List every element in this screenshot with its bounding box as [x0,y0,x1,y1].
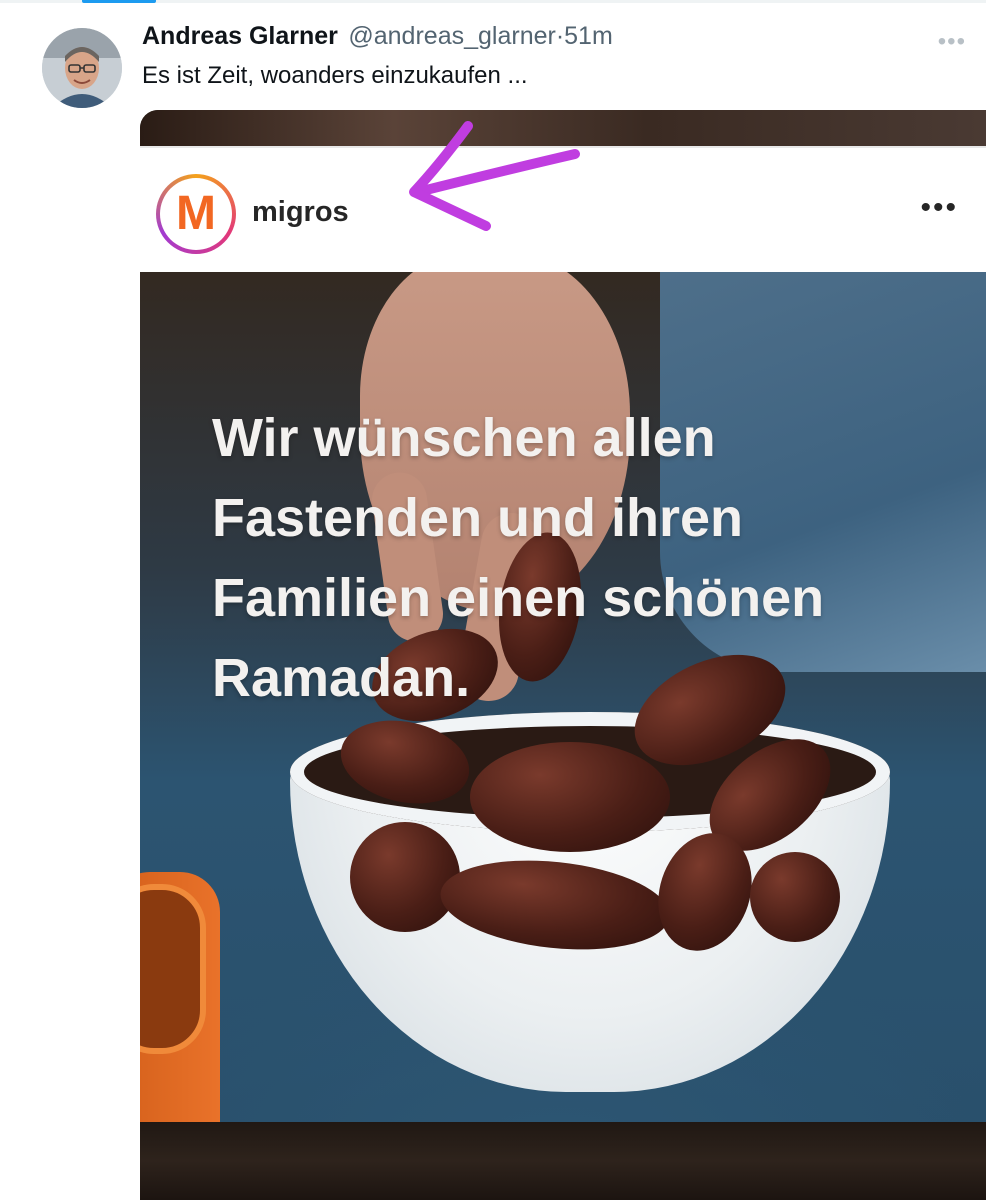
date-fruit [750,852,840,942]
tweet-media-image[interactable]: M migros ••• Wir wünschen allen Fastende… [140,110,986,1200]
author-name[interactable]: Andreas Glarner [142,22,338,50]
orange-cup-inner [140,884,206,1054]
date-fruit [470,742,670,852]
tweet-text: Es ist Zeit, woanders einzukaufen ... [142,62,528,89]
migros-logo-letter: M [176,187,216,240]
active-tab-indicator [82,0,156,3]
overlay-line: Ramadan. [212,648,471,708]
avatar[interactable] [42,28,122,108]
arrow-annotation-icon [409,121,580,231]
embedded-account-name: migros [252,196,349,228]
author-handle[interactable]: @andreas_glarner [348,22,555,50]
overlay-line: Familien einen schönen [212,568,825,628]
migros-logo: M [156,174,236,254]
ramadan-greeting-overlay: Wir wünschen allen Fastenden und ihren F… [212,398,972,718]
more-horizontal-icon: ••• [920,191,958,224]
media-bottom-band [140,1122,986,1200]
date-fruit [350,822,460,932]
tweet-header: Andreas Glarner @andreas_glarner·51m ••• [142,22,966,58]
ramadan-dates-photo: Wir wünschen allen Fastenden und ihren F… [140,272,986,1122]
header-separator: · [555,22,565,50]
tweet-timestamp[interactable]: 51m [564,22,613,50]
avatar-photo [42,28,122,108]
more-horizontal-icon[interactable]: ••• [938,28,966,56]
overlay-line: Fastenden und ihren [212,488,744,548]
overlay-line: Wir wünschen allen [212,408,716,468]
